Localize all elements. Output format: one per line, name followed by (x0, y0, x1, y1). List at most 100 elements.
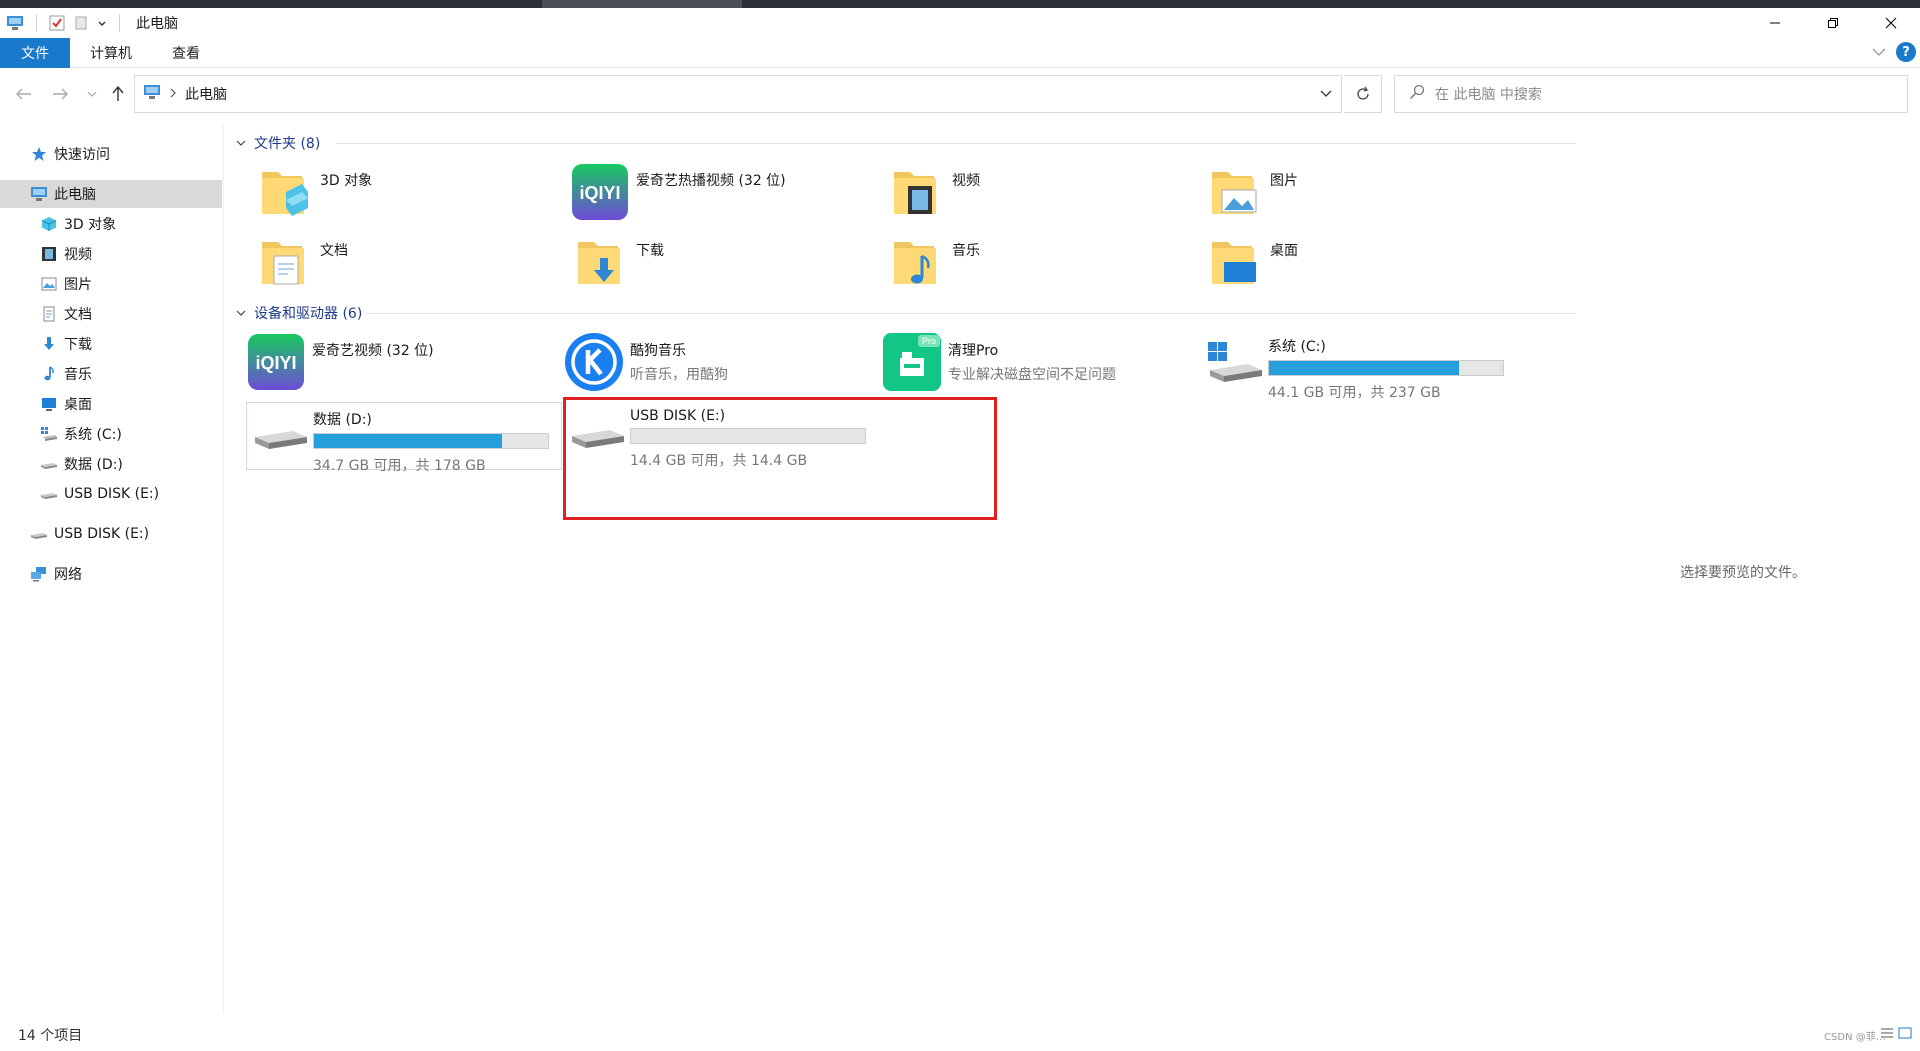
restore-button[interactable] (1804, 8, 1862, 38)
sidebar-item-usb-disk-e-root[interactable]: USB DISK (E:) (0, 520, 222, 548)
computer-icon (6, 15, 24, 31)
drive-usage-bar (1268, 360, 1504, 376)
details-view-icon[interactable] (1880, 1026, 1894, 1044)
device-description: 听音乐，用酷狗 (630, 367, 728, 383)
iqiyi-icon: iQIYI (570, 162, 630, 222)
folder-videos[interactable]: 视频 (886, 162, 1202, 224)
svg-text:Pro: Pro (922, 336, 936, 346)
tab-view[interactable]: 查看 (152, 38, 220, 68)
sidebar-item-3d-objects[interactable]: 3D 对象 (0, 210, 222, 238)
separator (119, 14, 120, 32)
folder-name: 图片 (1270, 173, 1298, 189)
close-button[interactable] (1862, 8, 1920, 38)
watermark: CSDN @菲… (1824, 1032, 1886, 1043)
folder-downloads[interactable]: 下载 (570, 232, 886, 294)
drive-usage-bar (313, 433, 549, 449)
quick-access-toolbar: 此电脑 (0, 13, 178, 33)
folder-3d-objects[interactable]: 3D 对象 (254, 162, 570, 224)
device-name: 清理Pro (948, 343, 999, 359)
downloads-folder-icon (570, 232, 630, 292)
sidebar-item-data-d[interactable]: 数据 (D:) (0, 450, 222, 478)
group-title: 设备和驱动器 (6) (254, 306, 363, 322)
refresh-button[interactable] (1344, 75, 1382, 113)
system-drive-icon (40, 425, 58, 443)
minimize-button[interactable] (1746, 8, 1804, 38)
drive-name: 系统 (C:) (1268, 339, 1326, 355)
chevron-down-icon[interactable] (97, 18, 107, 28)
properties-icon[interactable] (49, 15, 65, 31)
music-folder-icon (886, 232, 946, 292)
address-bar[interactable]: 此电脑 (134, 75, 1342, 113)
group-title: 文件夹 (8) (254, 136, 321, 152)
drive-free-space: 44.1 GB 可用，共 237 GB (1268, 385, 1441, 401)
preview-pane-text: 选择要预览的文件。 (1680, 565, 1806, 581)
breadcrumb-item[interactable]: 此电脑 (185, 84, 227, 104)
sidebar-item-videos[interactable]: 视频 (0, 240, 222, 268)
help-icon[interactable]: ? (1896, 42, 1916, 62)
sidebar-item-documents[interactable]: 文档 (0, 300, 222, 328)
up-button[interactable] (106, 82, 130, 106)
folder-iqiyi-hot-videos[interactable]: iQIYI 爱奇艺热播视频 (32 位) (570, 162, 886, 224)
view-switcher (1880, 1026, 1912, 1044)
sidebar-item-label: 文档 (64, 307, 92, 323)
device-cleaner-pro[interactable]: Pro 清理Pro 专业解决磁盘空间不足问题 (882, 332, 1198, 394)
drive-data-d[interactable]: 数据 (D:) 34.7 GB 可用，共 178 GB (246, 402, 562, 474)
drive-free-space: 34.7 GB 可用，共 178 GB (313, 458, 486, 474)
sidebar-item-this-pc[interactable]: 此电脑 (0, 180, 222, 208)
computer-icon (30, 185, 48, 203)
sidebar-item-quick-access[interactable]: 快速访问 (0, 140, 222, 168)
sidebar-item-label: 视频 (64, 247, 92, 263)
music-icon (40, 365, 58, 383)
drive-icon (40, 455, 58, 473)
cleaner-pro-icon: Pro (882, 332, 942, 392)
window-controls (1746, 8, 1920, 38)
sidebar-item-desktop[interactable]: 桌面 (0, 390, 222, 418)
sidebar-item-pictures[interactable]: 图片 (0, 270, 222, 298)
recent-locations-button[interactable] (80, 82, 104, 106)
drive-icon (247, 403, 313, 467)
folder-documents[interactable]: 文档 (254, 232, 570, 294)
folder-name: 音乐 (952, 243, 980, 259)
chevron-right-icon[interactable] (169, 86, 177, 102)
sidebar-item-label: 音乐 (64, 367, 92, 383)
chevron-down-icon[interactable] (1319, 86, 1333, 104)
sidebar-item-label: 3D 对象 (64, 217, 117, 233)
pictures-icon (40, 275, 58, 293)
folder-desktop[interactable]: 桌面 (1204, 232, 1520, 294)
usb-drive-icon (40, 485, 58, 503)
forward-button[interactable] (48, 82, 72, 106)
search-box[interactable]: 在 此电脑 中搜索 (1394, 75, 1908, 113)
tab-file[interactable]: 文件 (0, 37, 70, 68)
svg-text:iQIYI: iQIYI (255, 353, 296, 373)
iqiyi-icon: iQIYI (246, 332, 306, 392)
group-divider (366, 313, 1576, 314)
drive-system-c[interactable]: 系统 (C:) 44.1 GB 可用，共 237 GB (1202, 330, 1518, 401)
group-divider (336, 143, 1576, 144)
device-kugou-music[interactable]: 酷狗音乐 听音乐，用酷狗 (564, 332, 880, 394)
sidebar-item-usb-disk-e[interactable]: USB DISK (E:) (0, 480, 222, 508)
ribbon-right: ? (1872, 42, 1916, 62)
device-iqiyi[interactable]: iQIYI 爱奇艺视频 (32 位) (246, 332, 562, 394)
back-button[interactable] (12, 82, 36, 106)
sidebar-item-network[interactable]: 网络 (0, 560, 222, 588)
group-header-folders[interactable]: 文件夹 (8) (236, 132, 1576, 154)
tiles-view-icon[interactable] (1898, 1026, 1912, 1044)
folder-name: 爱奇艺热播视频 (32 位) (636, 173, 786, 189)
sidebar-item-system-c[interactable]: 系统 (C:) (0, 420, 222, 448)
tab-computer[interactable]: 计算机 (70, 38, 152, 68)
folder-pictures[interactable]: 图片 (1204, 162, 1520, 224)
group-header-devices[interactable]: 设备和驱动器 (6) (236, 302, 1576, 324)
folder-name: 下载 (636, 243, 664, 259)
new-folder-icon[interactable] (73, 15, 89, 31)
sidebar-item-downloads[interactable]: 下载 (0, 330, 222, 358)
window-title: 此电脑 (136, 16, 178, 32)
chevron-down-icon (236, 305, 246, 321)
expand-ribbon-icon[interactable] (1872, 43, 1886, 61)
folder-music[interactable]: 音乐 (886, 232, 1202, 294)
sidebar-item-music[interactable]: 音乐 (0, 360, 222, 388)
3d-objects-folder-icon (254, 162, 314, 222)
computer-icon (143, 84, 161, 104)
highlight-box (563, 397, 997, 520)
video-icon (40, 245, 58, 263)
device-name: 酷狗音乐 (630, 343, 686, 359)
